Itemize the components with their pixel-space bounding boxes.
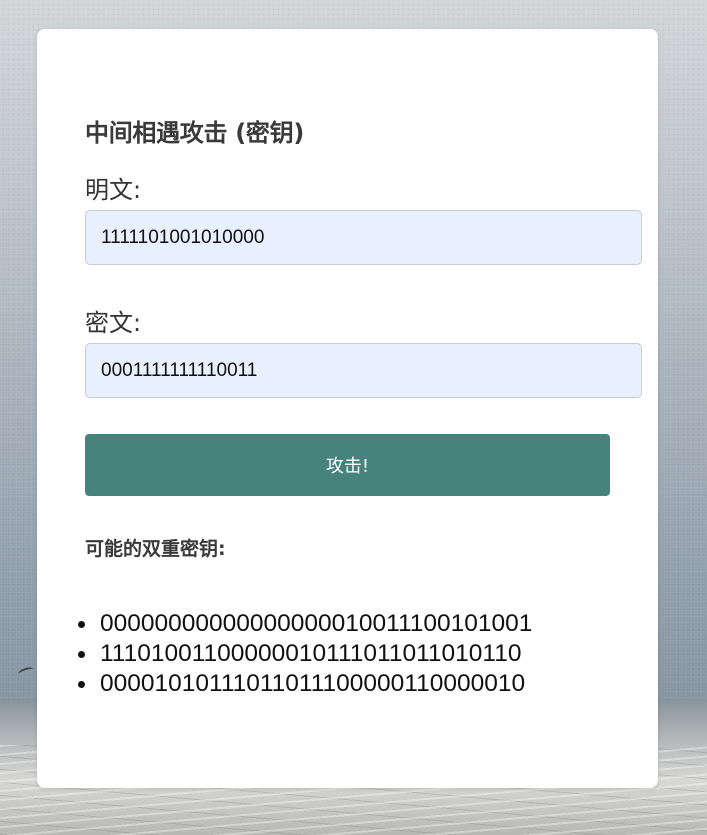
key-value: 11101001100000010111011011010110 — [100, 640, 522, 667]
key-value: 00001010111011011100000110000010 — [100, 670, 526, 697]
list-item: 11101001100000010111011011010110 — [78, 639, 532, 669]
bullet-icon — [78, 681, 85, 688]
ciphertext-input[interactable] — [85, 343, 642, 398]
page-title: 中间相遇攻击 (密钥) — [85, 119, 304, 147]
list-item: 00000000000000000010011100101001 — [78, 609, 533, 639]
list-item: 00001010111011011100000110000010 — [78, 669, 532, 699]
plaintext-label: 明文: — [85, 176, 142, 204]
attack-card: 中间相遇攻击 (密钥) 明文: 密文: 攻击! 可能的双重密钥: 0000000… — [37, 29, 658, 788]
bullet-icon — [78, 651, 85, 658]
plaintext-input[interactable] — [85, 210, 642, 265]
ciphertext-label: 密文: — [85, 309, 142, 337]
results-heading: 可能的双重密钥: — [85, 538, 226, 560]
attack-button[interactable]: 攻击! — [85, 434, 610, 496]
key-value: 00000000000000000010011100101001 — [100, 610, 533, 637]
key-list: 00000000000000000010011100101001 1110100… — [78, 609, 533, 699]
bullet-icon — [78, 621, 85, 628]
